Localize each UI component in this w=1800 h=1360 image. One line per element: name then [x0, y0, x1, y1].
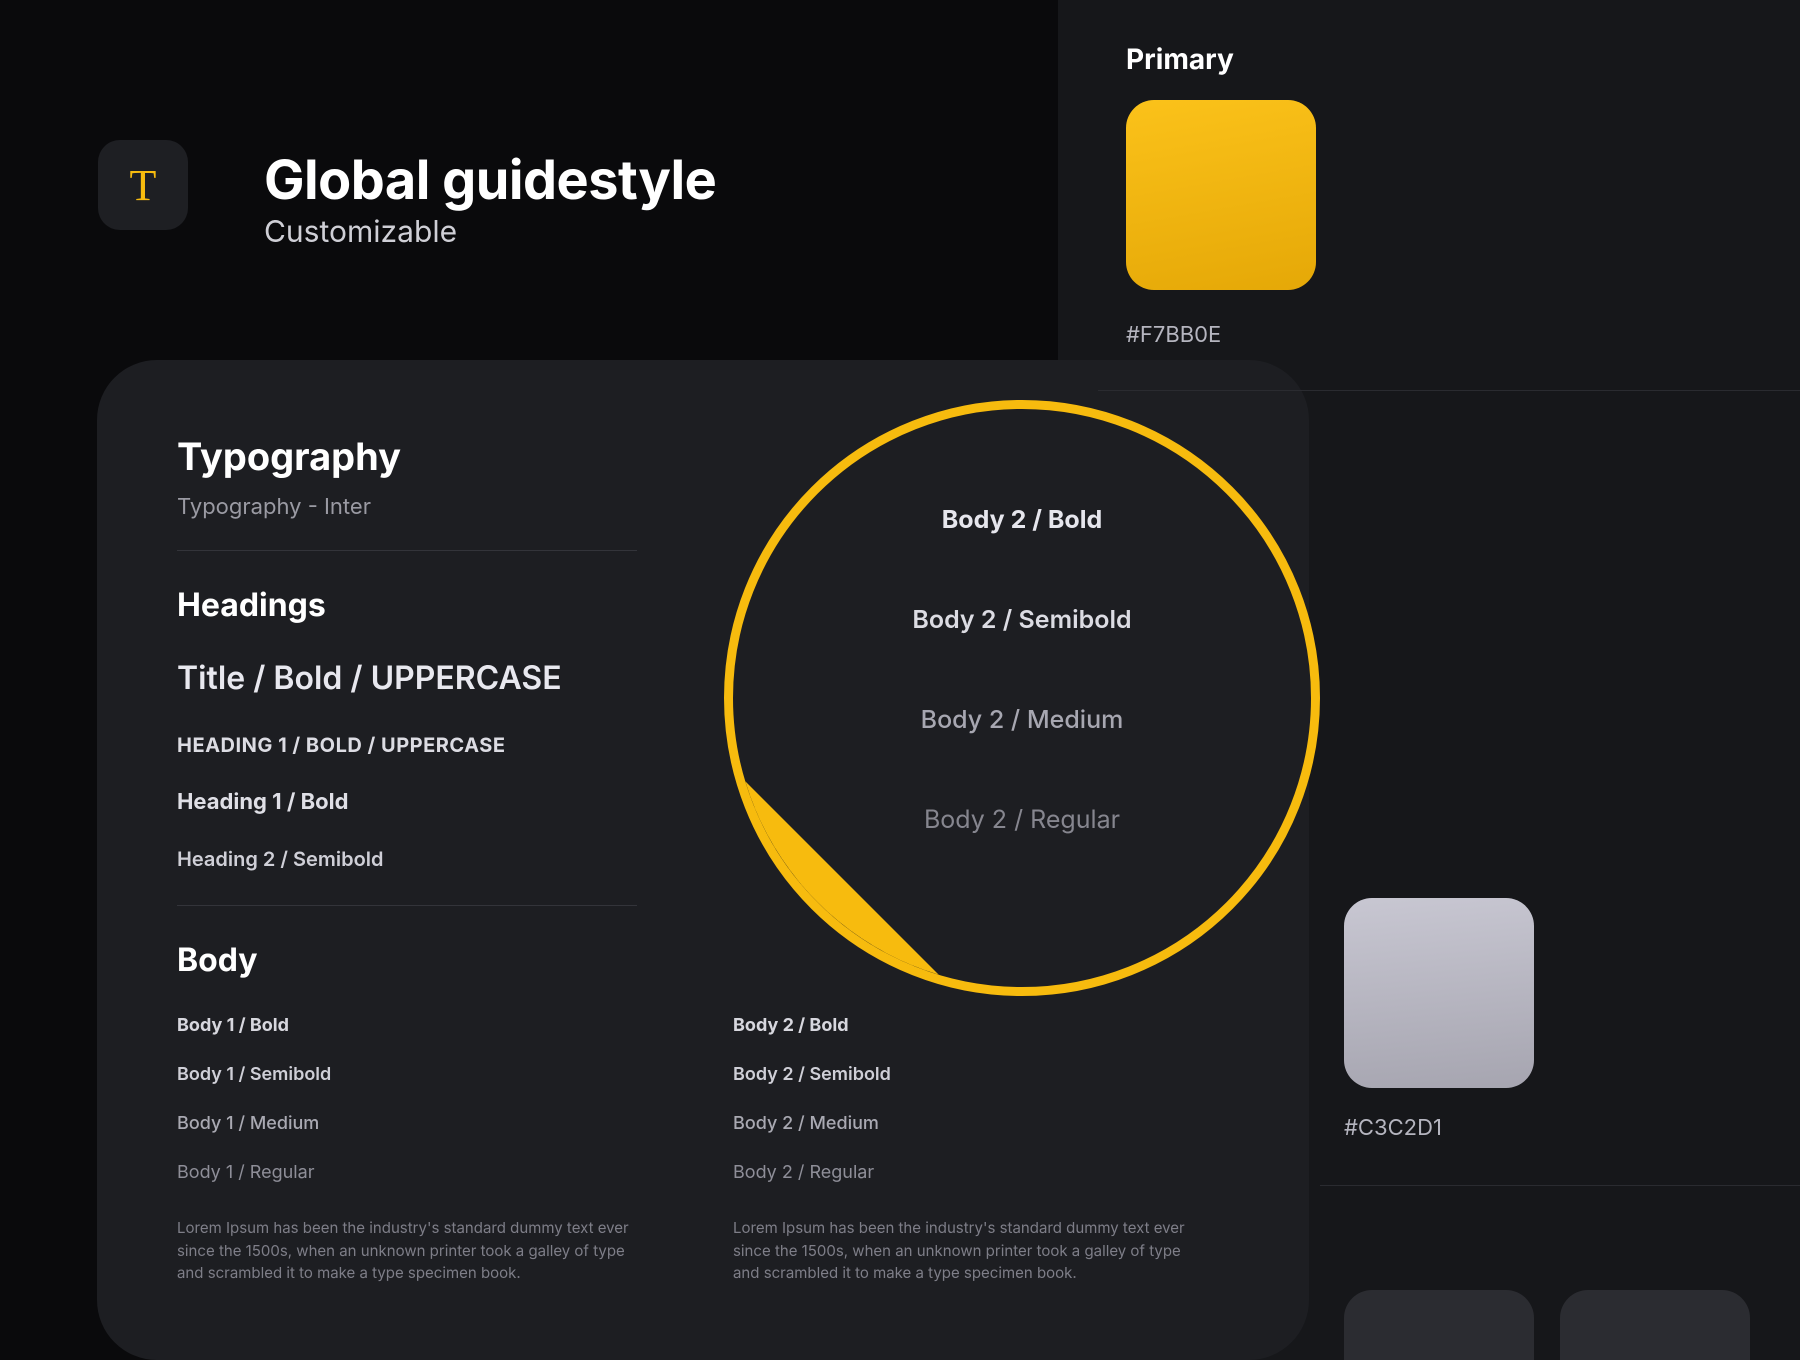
divider: [177, 905, 637, 906]
typography-section-subtitle: Typography - Inter: [177, 494, 1229, 520]
typography-card: Typography Typography - Inter Headings T…: [97, 360, 1309, 1360]
headings-title: Headings: [177, 585, 1229, 624]
body2-semibold: Body 2 / Semibold: [733, 1064, 1203, 1085]
body2-regular: Body 2 / Regular: [733, 1162, 1203, 1183]
grey-color-swatch[interactable]: [1344, 898, 1534, 1088]
primary-color-swatch[interactable]: [1126, 100, 1316, 290]
divider: [1098, 390, 1800, 391]
body1-lorem: Lorem Ipsum has been the industry's stan…: [177, 1217, 647, 1285]
swatch-placeholder[interactable]: [1344, 1290, 1534, 1360]
page-subtitle: Customizable: [264, 214, 457, 250]
swatch-placeholder[interactable]: [1560, 1290, 1750, 1360]
page-title: Global guidestyle: [264, 148, 716, 213]
body-col-2: Body 2 / Bold Body 2 / Semibold Body 2 /…: [733, 1015, 1203, 1285]
grey-hex-label: #C3C2D1: [1344, 1115, 1442, 1141]
zoom-add-button[interactable]: [759, 907, 813, 961]
primary-hex-label: #F7BB0E: [1126, 322, 1221, 348]
plus-icon: [772, 920, 800, 948]
heading-sample-title: Title / Bold / UPPERCASE: [177, 658, 1229, 697]
typography-app-icon: T: [98, 140, 188, 230]
primary-color-title: Primary: [1126, 42, 1234, 76]
body2-lorem: Lorem Ipsum has been the industry's stan…: [733, 1217, 1203, 1285]
divider: [1320, 1185, 1800, 1186]
typography-section-title: Typography: [177, 434, 1229, 480]
divider: [177, 550, 637, 551]
body1-regular: Body 1 / Regular: [177, 1162, 647, 1183]
body2-medium: Body 2 / Medium: [733, 1113, 1203, 1134]
heading-sample-h1-upper: HEADING 1 / BOLD / UPPERCASE: [177, 733, 1229, 757]
body1-bold: Body 1 / Bold: [177, 1015, 647, 1036]
body1-semibold: Body 1 / Semibold: [177, 1064, 647, 1085]
body-title: Body: [177, 940, 1229, 979]
body2-bold: Body 2 / Bold: [733, 1015, 1203, 1036]
heading-sample-h2-semi: Heading 2 / Semibold: [177, 847, 1229, 871]
body-col-1: Body 1 / Bold Body 1 / Semibold Body 1 /…: [177, 1015, 647, 1285]
heading-sample-h1-bold: Heading 1 / Bold: [177, 789, 1229, 815]
body1-medium: Body 1 / Medium: [177, 1113, 647, 1134]
typography-t-icon: T: [130, 160, 157, 211]
